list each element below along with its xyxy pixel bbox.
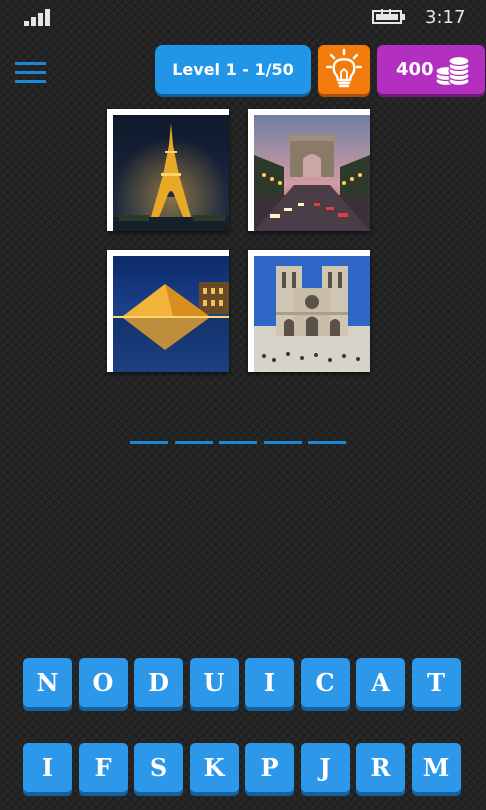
- picture-eiffel-tower[interactable]: [107, 109, 229, 231]
- letter-tile[interactable]: I: [245, 658, 294, 707]
- coins-button[interactable]: 400: [377, 45, 485, 94]
- letter-tile[interactable]: I: [23, 743, 72, 792]
- letter-tile[interactable]: A: [356, 658, 405, 707]
- picture-arc-de-triomphe[interactable]: [248, 109, 370, 231]
- lightbulb-icon: [325, 48, 363, 88]
- hint-button[interactable]: [318, 45, 370, 94]
- letter-tile[interactable]: P: [245, 743, 294, 792]
- letter-tile[interactable]: O: [78, 658, 128, 707]
- notre-dame-image: [254, 256, 370, 372]
- signal-bars-icon: [24, 6, 56, 26]
- answer-slot[interactable]: [174, 441, 213, 444]
- battery-charging-icon: [372, 9, 405, 24]
- letter-tile[interactable]: R: [356, 743, 405, 792]
- coins-count: 400: [396, 59, 434, 80]
- letter-tile[interactable]: U: [189, 658, 239, 707]
- letter-tile[interactable]: M: [411, 743, 461, 792]
- status-time: 3:17: [425, 7, 466, 28]
- letter-tile[interactable]: K: [189, 743, 239, 792]
- level-label: Level 1 - 1/50: [172, 60, 294, 79]
- answer-slot[interactable]: [130, 441, 168, 444]
- picture-louvre-pyramid[interactable]: [107, 250, 229, 372]
- status-bar: 3:17: [0, 0, 486, 36]
- answer-slot[interactable]: [308, 441, 346, 444]
- letter-tile[interactable]: F: [78, 743, 128, 792]
- picture-notre-dame[interactable]: [248, 250, 370, 372]
- coin-stack-icon: [435, 55, 470, 87]
- hamburger-menu-icon[interactable]: [15, 62, 46, 84]
- letter-tile[interactable]: T: [411, 658, 461, 707]
- letter-tile[interactable]: J: [300, 743, 350, 792]
- eiffel-tower-image: [113, 115, 229, 231]
- letter-tile[interactable]: C: [300, 658, 350, 707]
- letter-tile[interactable]: S: [134, 743, 183, 792]
- louvre-pyramid-image: [113, 256, 229, 372]
- answer-slot[interactable]: [263, 441, 302, 444]
- answer-slot[interactable]: [219, 441, 257, 444]
- arc-de-triomphe-image: [254, 115, 370, 231]
- level-button[interactable]: Level 1 - 1/50: [155, 45, 311, 94]
- letter-tile[interactable]: N: [23, 658, 72, 707]
- letter-tile[interactable]: D: [134, 658, 183, 707]
